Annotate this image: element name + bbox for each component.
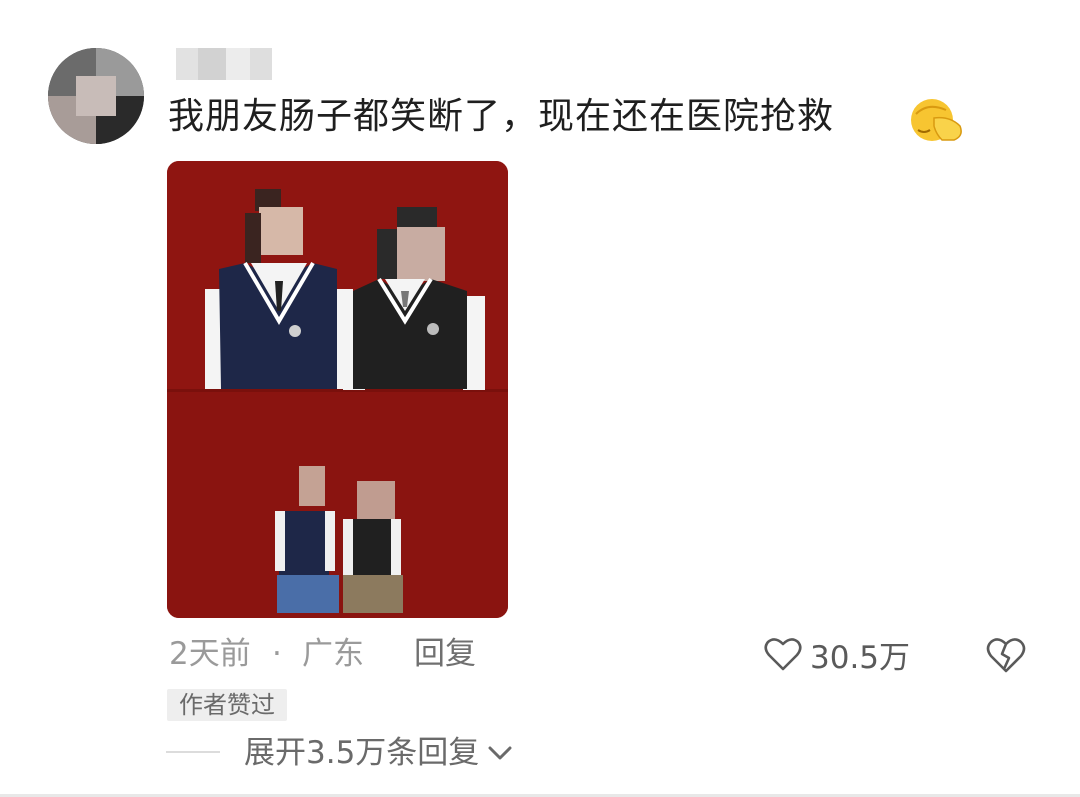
meta-separator: ·: [272, 636, 282, 672]
username-pixelated[interactable]: [176, 48, 272, 80]
expand-replies-label: 展开3.5万条回复: [244, 735, 480, 771]
comment-text: 我朋友肠子都笑断了，现在还在医院抢救: [168, 96, 835, 137]
user-avatar[interactable]: [48, 48, 144, 144]
broken-heart-icon[interactable]: [986, 636, 1026, 674]
chevron-down-icon: [488, 746, 512, 760]
like-count: 30.5万: [810, 639, 911, 676]
expand-divider: [166, 751, 220, 753]
author-liked-badge: 作者赞过: [167, 689, 287, 721]
comment-location: 广东: [302, 636, 364, 672]
comment-photo[interactable]: [167, 161, 508, 618]
comment-time: 2天前: [169, 636, 251, 672]
photo-image: [167, 161, 508, 618]
expand-replies-button[interactable]: 展开3.5万条回复: [244, 731, 513, 775]
reply-button[interactable]: 回复: [414, 632, 476, 676]
like-button[interactable]: 30.5万: [764, 632, 910, 676]
heart-icon: [764, 638, 802, 671]
facepalm-emoji-icon: [911, 99, 962, 141]
